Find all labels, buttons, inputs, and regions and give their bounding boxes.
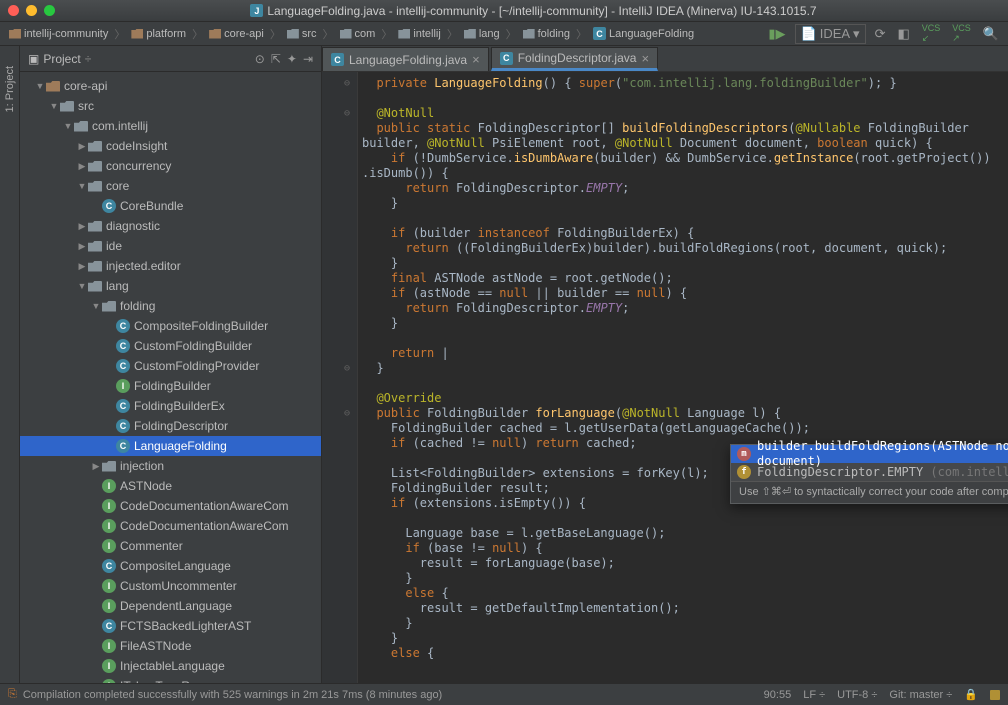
tree-item[interactable]: ▼core (20, 176, 321, 196)
project-tree[interactable]: ▼core-api▼src▼com.intellij▶codeInsight▶c… (20, 72, 321, 683)
tab-close-icon[interactable]: × (641, 51, 649, 66)
tree-item[interactable]: ICustomUncommenter (20, 576, 321, 596)
hector-icon[interactable] (990, 690, 1000, 700)
tree-item[interactable]: CFoldingBuilderEx (20, 396, 321, 416)
file-icon: J (250, 4, 263, 17)
breadcrumb-item[interactable]: intellij (395, 27, 444, 41)
vcs-icon[interactable]: VCS↙ (919, 23, 944, 44)
tab-close-icon[interactable]: × (472, 52, 480, 67)
main-area: 1: Project ▣ Project ÷ ⊙ ⇱ ✦ ⇥ ▼core-api… (0, 46, 1008, 683)
tree-item[interactable]: ▶injection (20, 456, 321, 476)
tree-item[interactable]: ▼core-api (20, 76, 321, 96)
tree-item[interactable]: CCustomFoldingProvider (20, 356, 321, 376)
tree-item[interactable]: ICodeDocumentationAwareCom (20, 496, 321, 516)
editor-tab[interactable]: CLanguageFolding.java× (322, 47, 489, 71)
tree-item[interactable]: IASTNode (20, 476, 321, 496)
project-tool-button[interactable]: 1: Project (4, 66, 16, 112)
tree-item[interactable]: ▼com.intellij (20, 116, 321, 136)
editor-tabs: CLanguageFolding.java×CFoldingDescriptor… (322, 46, 1008, 72)
sidebar-header: ▣ Project ÷ ⊙ ⇱ ✦ ⇥ (20, 46, 321, 72)
collapse-icon[interactable]: ⇱ (271, 52, 281, 66)
breadcrumb-item[interactable]: platform (128, 27, 189, 41)
status-icon: ⎘ (8, 688, 17, 701)
tree-item[interactable]: IDependentLanguage (20, 596, 321, 616)
caret-position[interactable]: 90:55 (764, 689, 792, 701)
completion-item[interactable]: mbuilder.buildFoldRegions(ASTNode node, … (731, 445, 1008, 463)
project-sidebar: ▣ Project ÷ ⊙ ⇱ ✦ ⇥ ▼core-api▼src▼com.in… (20, 46, 322, 683)
titlebar: J LanguageFolding.java - intellij-commun… (0, 0, 1008, 22)
sync-icon[interactable]: ⟳ (872, 26, 889, 42)
tree-item[interactable]: CFoldingDescriptor (20, 416, 321, 436)
tree-item[interactable]: IFileASTNode (20, 636, 321, 656)
breadcrumb-item[interactable]: com (337, 27, 379, 41)
gutter[interactable]: ⊖⊖⊖⊖ (322, 72, 358, 683)
tree-item[interactable]: ▼folding (20, 296, 321, 316)
git-branch[interactable]: Git: master ÷ (889, 689, 952, 701)
code-body[interactable]: private LanguageFolding() { super("com.i… (362, 72, 1008, 665)
completion-item[interactable]: fFoldingDescriptor.EMPTY (com.intellij.l… (731, 463, 1008, 481)
tree-item[interactable]: ▶injected.editor (20, 256, 321, 276)
tree-item[interactable]: ▼lang (20, 276, 321, 296)
tree-item[interactable]: IITokenTypeRemapper (20, 676, 321, 683)
editor-area: CLanguageFolding.java×CFoldingDescriptor… (322, 46, 1008, 683)
breadcrumb-item[interactable]: lang (461, 27, 503, 41)
tree-item[interactable]: CCompositeLanguage (20, 556, 321, 576)
statusbar: ⎘ Compilation completed successfully wit… (0, 683, 1008, 705)
tree-item[interactable]: ▶codeInsight (20, 136, 321, 156)
tree-item[interactable]: ICommenter (20, 536, 321, 556)
tree-item[interactable]: IFoldingBuilder (20, 376, 321, 396)
vcs-icon-2[interactable]: VCS↗ (949, 23, 974, 44)
breadcrumb-item[interactable]: intellij-community (6, 27, 111, 41)
tree-item[interactable]: ICodeDocumentationAwareCom (20, 516, 321, 536)
hide-icon[interactable]: ⇥ (303, 52, 313, 66)
editor-tab[interactable]: CFoldingDescriptor.java× (491, 47, 658, 71)
minimize-window[interactable] (26, 5, 37, 16)
breadcrumb-item[interactable]: folding (520, 27, 573, 41)
tree-item[interactable]: CCustomFoldingBuilder (20, 336, 321, 356)
tree-item[interactable]: CFCTSBackedLighterAST (20, 616, 321, 636)
breadcrumb: intellij-community〉platform〉core-api〉src… (6, 26, 765, 42)
breadcrumb-item[interactable]: src (284, 27, 320, 41)
navigation-bar: intellij-community〉platform〉core-api〉src… (0, 22, 1008, 46)
close-window[interactable] (8, 5, 19, 16)
toolbar-right: ▮▶ 📄 IDEA ▾ ⟳ ◧ VCS↙ VCS↗ 🔍 (765, 23, 1002, 44)
settings-icon[interactable]: ✦ (287, 52, 297, 66)
view-selector[interactable]: ▣ Project ÷ (28, 52, 91, 66)
status-message: Compilation completed successfully with … (23, 689, 442, 701)
popup-hint: Use ⇧⌘⏎ to syntactically correct your co… (731, 481, 1008, 503)
maximize-window[interactable] (44, 5, 55, 16)
breadcrumb-item[interactable]: core-api (206, 27, 267, 41)
run-config[interactable]: 📄 IDEA ▾ (795, 24, 866, 44)
tree-item[interactable]: ▶concurrency (20, 156, 321, 176)
tree-item[interactable]: ▶ide (20, 236, 321, 256)
tree-item[interactable]: CCoreBundle (20, 196, 321, 216)
tree-item[interactable]: CLanguageFolding (20, 436, 321, 456)
autoscroll-icon[interactable]: ⊙ (255, 52, 265, 66)
breadcrumb-item[interactable]: CLanguageFolding (590, 26, 697, 41)
tree-item[interactable]: ▶diagnostic (20, 216, 321, 236)
code-editor[interactable]: ⊖⊖⊖⊖ private LanguageFolding() { super("… (322, 72, 1008, 683)
tree-item[interactable]: ▼src (20, 96, 321, 116)
line-separator[interactable]: LF ÷ (803, 689, 825, 701)
lock-icon[interactable]: 🔒 (964, 688, 978, 701)
window-controls (8, 5, 55, 16)
tree-item[interactable]: CCompositeFoldingBuilder (20, 316, 321, 336)
run-target[interactable]: ▮▶ (765, 26, 788, 42)
encoding[interactable]: UTF-8 ÷ (837, 689, 877, 701)
structure-icon[interactable]: ◧ (894, 26, 912, 42)
completion-popup[interactable]: mbuilder.buildFoldRegions(ASTNode node, … (730, 444, 1008, 504)
tree-item[interactable]: IInjectableLanguage (20, 656, 321, 676)
tool-strip-left: 1: Project (0, 46, 20, 683)
search-icon[interactable]: 🔍 (980, 26, 1002, 42)
window-title: J LanguageFolding.java - intellij-commun… (67, 4, 1000, 18)
